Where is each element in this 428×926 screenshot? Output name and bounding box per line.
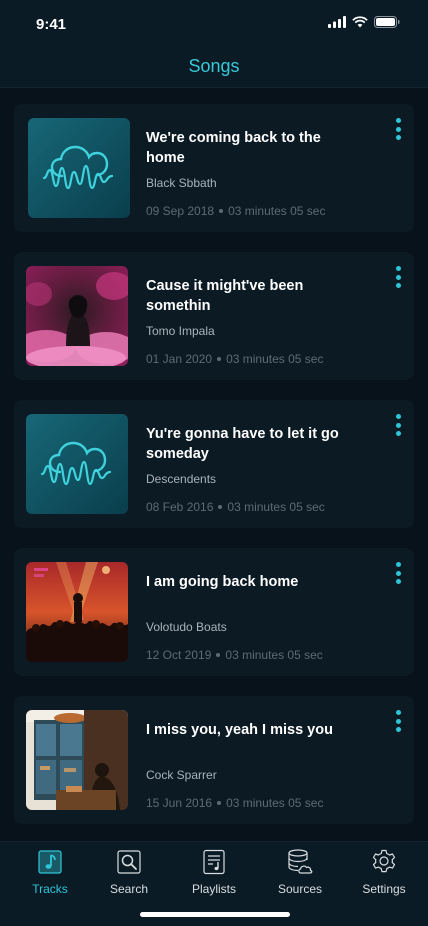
song-card[interactable]: I am going back home Volotudo Boats 12 O…	[14, 548, 414, 676]
more-options-icon[interactable]	[394, 414, 402, 436]
tab-search[interactable]: Search	[91, 848, 167, 900]
song-date: 09 Sep 2018	[146, 204, 215, 218]
tab-sources[interactable]: Sources	[262, 848, 338, 900]
tab-label: Settings	[362, 882, 406, 896]
tab-label: Playlists	[191, 882, 236, 896]
song-meta: 15 Jun 2016 03 minutes 05 sec	[146, 796, 323, 810]
tab-label: Search	[109, 882, 149, 896]
separator-dot	[216, 653, 221, 657]
window-person-photo	[26, 710, 128, 810]
cloud-wave-icon	[28, 118, 130, 218]
database-cloud-icon	[288, 849, 313, 874]
tab-settings[interactable]: Settings	[346, 848, 422, 900]
separator-dot	[217, 801, 222, 805]
song-meta: 08 Feb 2016 03 minutes 05 sec	[146, 500, 325, 514]
wifi-icon	[352, 16, 368, 28]
song-duration: 03 minutes 05 sec	[227, 500, 325, 514]
home-indicator[interactable]	[140, 912, 290, 917]
pink-smoke-photo	[26, 266, 128, 366]
search-icon	[117, 850, 141, 874]
more-options-icon[interactable]	[394, 710, 402, 732]
music-note-icon	[38, 850, 62, 874]
status-icons	[328, 16, 400, 28]
battery-icon	[374, 16, 400, 28]
song-title: Cause it might've been somethin	[146, 278, 304, 314]
song-card[interactable]: Yu're gonna have to let it go someday De…	[14, 400, 414, 528]
song-list: We're coming back to the home Black Sbba…	[14, 104, 414, 844]
page-title: Songs	[188, 56, 240, 76]
tab-label: Sources	[277, 882, 323, 896]
song-meta: 01 Jan 2020 03 minutes 05 sec	[146, 352, 323, 366]
song-title: Yu're gonna have to let it go someday	[146, 426, 339, 462]
header: Songs	[0, 44, 428, 88]
status-time: 9:41	[36, 16, 67, 33]
song-duration: 03 minutes 05 sec	[226, 352, 324, 366]
song-duration: 03 minutes 05 sec	[226, 796, 324, 810]
song-card[interactable]: Cause it might've been somethin Tomo Imp…	[14, 252, 414, 380]
playlist-icon	[203, 849, 225, 875]
tab-playlists[interactable]: Playlists	[176, 848, 252, 900]
cloud-wave-icon	[26, 414, 128, 514]
song-meta: 09 Sep 2018 03 minutes 05 sec	[146, 204, 325, 218]
tab-tracks[interactable]: Tracks	[12, 848, 88, 900]
more-options-icon[interactable]	[394, 118, 402, 140]
song-title: We're coming back to the home	[146, 130, 321, 166]
song-artist: Tomo Impala	[146, 324, 215, 338]
separator-dot	[218, 505, 223, 509]
song-duration: 03 minutes 05 sec	[228, 204, 326, 218]
more-options-icon[interactable]	[394, 266, 402, 288]
more-options-icon[interactable]	[394, 562, 402, 584]
song-meta: 12 Oct 2019 03 minutes 05 sec	[146, 648, 323, 662]
song-date: 08 Feb 2016	[146, 500, 214, 514]
song-date: 01 Jan 2020	[146, 352, 213, 366]
tab-label: Tracks	[32, 882, 68, 896]
song-date: 12 Oct 2019	[146, 648, 212, 662]
gear-icon	[372, 849, 396, 873]
song-duration: 03 minutes 05 sec	[225, 648, 323, 662]
song-artist: Cock Sparrer	[146, 768, 217, 782]
song-title: I miss you, yeah I miss you	[146, 722, 333, 738]
song-artist: Black Sbbath	[146, 176, 217, 190]
song-date: 15 Jun 2016	[146, 796, 213, 810]
separator-dot	[217, 357, 222, 361]
song-artist: Volotudo Boats	[146, 620, 227, 634]
separator-dot	[219, 209, 224, 213]
song-card[interactable]: We're coming back to the home Black Sbba…	[14, 104, 414, 232]
status-bar: 9:41	[0, 0, 428, 44]
song-card[interactable]: I miss you, yeah I miss you Cock Sparrer…	[14, 696, 414, 824]
song-artist: Descendents	[146, 472, 217, 486]
song-title: I am going back home	[146, 574, 299, 590]
concert-photo	[26, 562, 128, 662]
signal-icon	[328, 16, 346, 28]
